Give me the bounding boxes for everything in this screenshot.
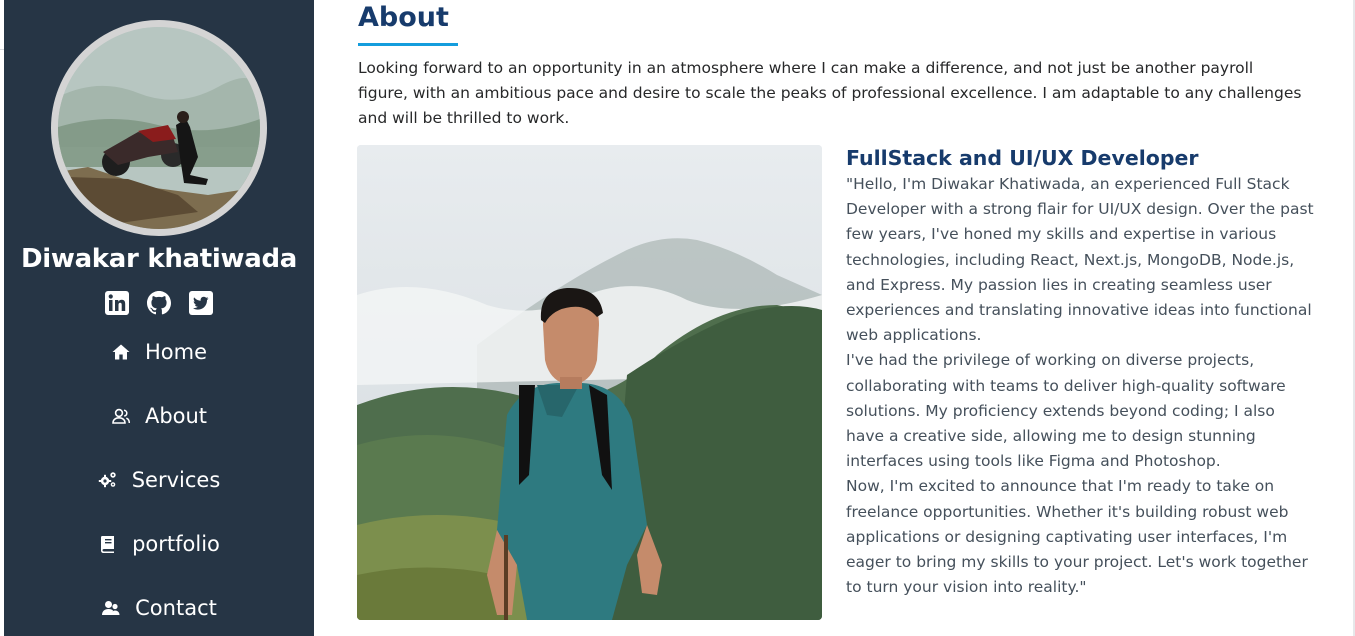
title-underline — [358, 43, 458, 46]
section-title: About — [358, 2, 449, 33]
book-icon — [101, 536, 115, 553]
linkedin-icon[interactable] — [104, 290, 130, 316]
nav-label: About — [144, 404, 208, 428]
about-bio: "Hello, I'm Diwakar Khatiwada, an experi… — [846, 172, 1316, 600]
nav-item-portfolio[interactable]: portfolio — [4, 512, 314, 576]
profile-avatar — [51, 20, 267, 236]
profile-name: Diwakar khatiwada — [20, 244, 298, 274]
twitter-icon[interactable] — [188, 290, 214, 316]
nav-label: Services — [131, 468, 221, 492]
social-links — [4, 290, 314, 316]
nav-item-home[interactable]: Home — [4, 320, 314, 384]
gears-icon — [98, 472, 116, 488]
sidebar-nav: Home About Services portfolio Contact — [4, 320, 314, 636]
sidebar: Diwakar khatiwada Home About Services po… — [4, 0, 314, 636]
bio-paragraph: I've had the privilege of working on div… — [846, 351, 1286, 471]
home-icon — [112, 344, 130, 360]
role-title: FullStack and UI/UX Developer — [846, 146, 1199, 170]
nav-label: Contact — [135, 596, 217, 620]
bio-paragraph: "Hello, I'm Diwakar Khatiwada, an experi… — [846, 175, 1314, 345]
user-icon — [112, 408, 131, 424]
about-section: About Looking forward to an opportunity … — [314, 0, 1355, 636]
profile-photo — [357, 145, 822, 620]
bio-paragraph: Now, I'm excited to announce that I'm re… — [846, 477, 1308, 597]
about-intro: Looking forward to an opportunity in an … — [358, 59, 1302, 127]
nav-item-about[interactable]: About — [4, 384, 314, 448]
nav-item-contact[interactable]: Contact — [4, 576, 314, 636]
github-icon[interactable] — [146, 290, 172, 316]
nav-label: Home — [144, 340, 207, 364]
nav-label: portfolio — [132, 532, 220, 556]
contact-icon — [102, 601, 120, 615]
nav-item-services[interactable]: Services — [4, 448, 314, 512]
